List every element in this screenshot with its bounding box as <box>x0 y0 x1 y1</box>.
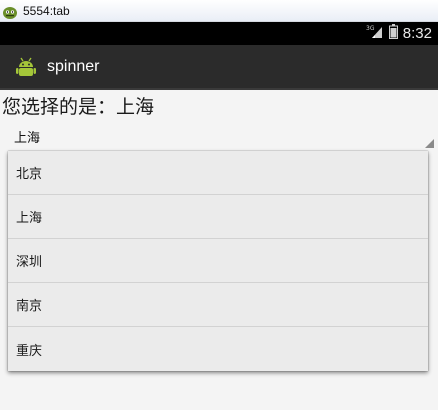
android-emulator-icon <box>2 4 18 19</box>
window-titlebar: 5554:tab <box>0 0 438 22</box>
spinner-arrow-icon <box>425 139 434 148</box>
dropdown-item-beijing[interactable]: 北京 <box>8 151 428 195</box>
dropdown-item-shenzhen[interactable]: 深圳 <box>8 239 428 283</box>
action-bar: spinner <box>0 45 438 90</box>
signal-icon: 3G <box>366 24 384 43</box>
android-icon[interactable] <box>14 55 38 79</box>
dropdown-item-nanjing[interactable]: 南京 <box>8 283 428 327</box>
dropdown-item-shanghai[interactable]: 上海 <box>8 195 428 239</box>
spinner-dropdown: 北京 上海 深圳 南京 重庆 <box>8 151 428 371</box>
battery-icon <box>388 24 398 43</box>
status-bar: 3G 8:32 <box>0 22 438 45</box>
selection-result-text: 您选择的是：上海 <box>2 96 155 118</box>
app-title: spinner <box>47 57 100 75</box>
city-spinner[interactable]: 上海 <box>8 124 434 148</box>
status-clock: 8:32 <box>402 25 432 42</box>
window-title: 5554:tab <box>23 3 70 18</box>
dropdown-item-chongqing[interactable]: 重庆 <box>8 327 428 371</box>
spinner-selected-value: 上海 <box>14 131 41 146</box>
svg-text:3G: 3G <box>366 25 375 32</box>
